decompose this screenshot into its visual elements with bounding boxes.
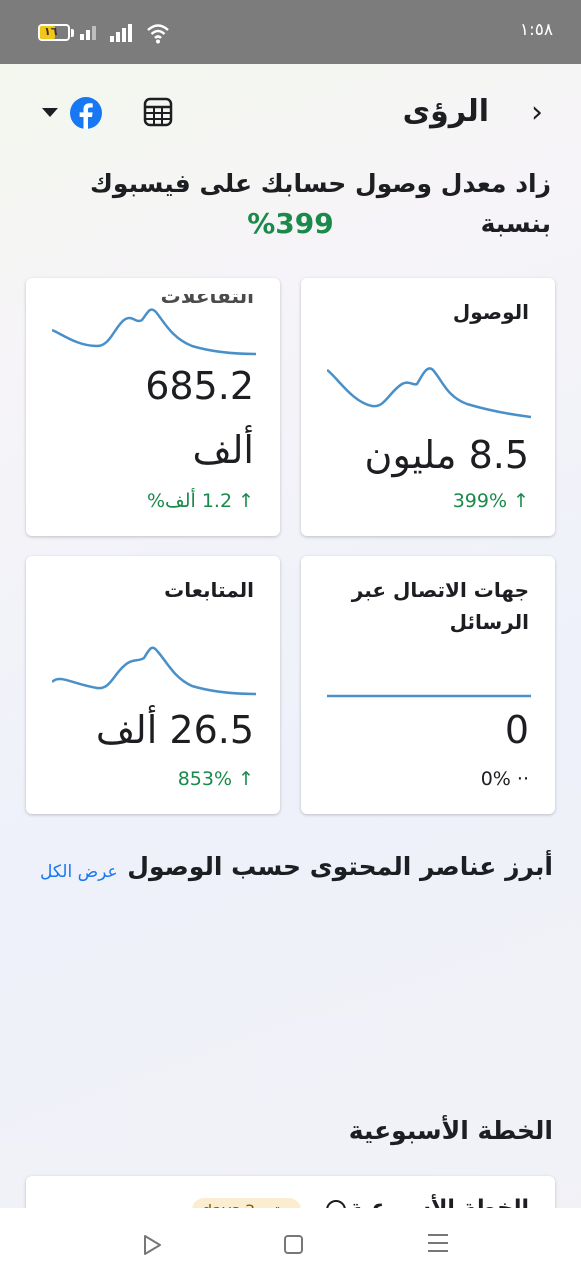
reach-value: 8.5 مليون [364, 433, 529, 477]
follows-change: ↑ 853% [177, 768, 254, 790]
battery-icon: ١٦ [38, 24, 70, 41]
engagement-card[interactable]: التفاعلات 685.2 ألف ↑ 1.2 ألف% [26, 278, 280, 536]
wifi-icon [147, 24, 169, 44]
signal-bars-icon-2 [110, 24, 134, 42]
caret-down-icon[interactable] [42, 108, 58, 117]
engagement-change: ↑ 1.2 ألف% [146, 490, 254, 512]
battery-level: ١٦ [44, 25, 58, 38]
reach-sparkline [327, 367, 531, 419]
engagement-value: 685.2 [145, 364, 254, 408]
section-title: أبرز عناصر المحتوى حسب الوصول [127, 852, 553, 881]
engagement-unit: ألف [192, 428, 254, 472]
reach-card[interactable]: الوصول 8.5 مليون ↑ 399% [301, 278, 555, 536]
see-all-link[interactable]: عرض الكل [40, 862, 118, 882]
messaging-contacts-card[interactable]: جهات الاتصال عبر الرسائل 0 ·· 0% [301, 556, 555, 814]
top-content-section: أبرز عناصر المحتوى حسب الوصول عرض الكل [0, 852, 581, 892]
contacts-sparkline [327, 694, 531, 698]
page-title: الرؤى [402, 94, 489, 129]
follows-card[interactable]: المتابعات 26.5 ألف ↑ 853% [26, 556, 280, 814]
signal-bars-icon [80, 24, 102, 40]
follows-sparkline [52, 646, 256, 696]
system-nav-bar [0, 1208, 581, 1280]
nav-recent-icon[interactable] [428, 1234, 448, 1258]
reach-change: ↑ 399% [452, 490, 529, 512]
follows-value: 26.5 ألف [95, 708, 254, 752]
status-time: ١:٥٨ [519, 20, 553, 40]
weekly-plan-title: الخطة الأسبوعية [348, 1116, 553, 1145]
contacts-value: 0 [504, 708, 529, 752]
card-title: جهات الاتصال عبر الرسائل [351, 578, 529, 634]
facebook-icon[interactable] [70, 97, 102, 129]
headline-percent: %399 [247, 207, 334, 240]
table-grid-icon[interactable] [143, 97, 173, 127]
chevron-right-icon[interactable]: › [531, 98, 543, 128]
card-title: الوصول [452, 300, 529, 324]
status-bar: ١٦ ١:٥٨ [0, 0, 581, 64]
engagement-sparkline [52, 308, 256, 356]
contacts-change: ·· 0% [480, 768, 529, 790]
card-title: المتابعات [164, 578, 254, 602]
page-header: › الرؤى [0, 84, 581, 144]
nav-home-icon[interactable] [284, 1235, 303, 1254]
battery-nub [71, 29, 74, 37]
nav-back-icon[interactable] [142, 1234, 162, 1256]
